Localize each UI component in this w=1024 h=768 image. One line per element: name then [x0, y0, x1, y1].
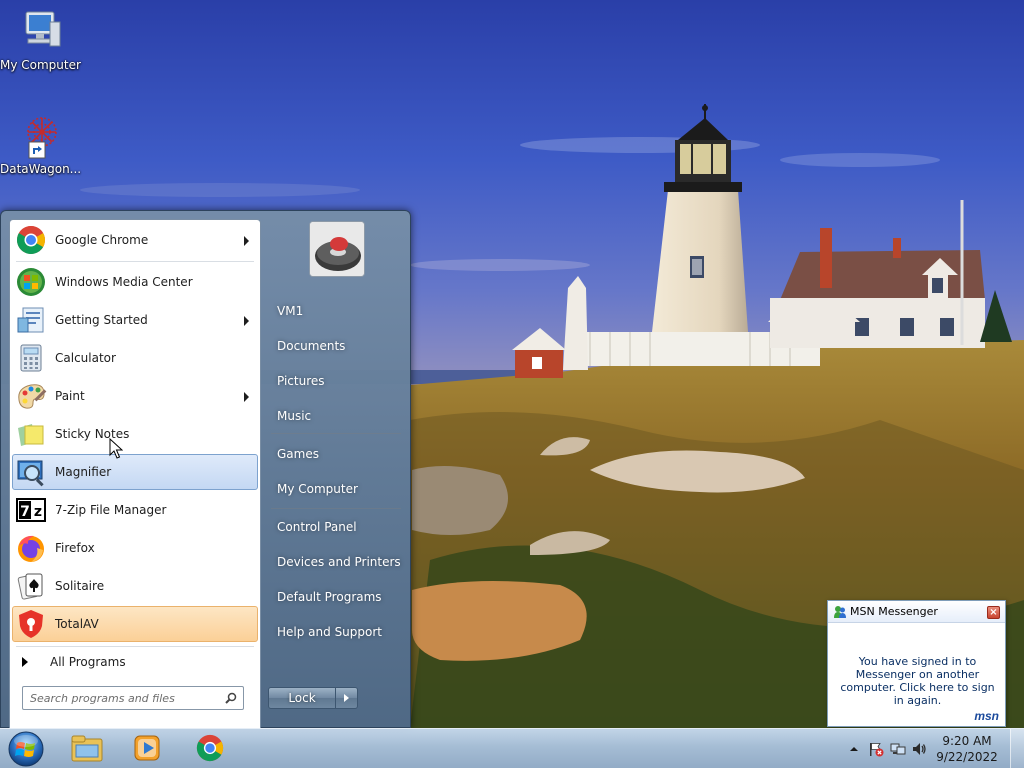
start-menu-places-pane: VM1 Documents Pictures Music Games My Co… — [263, 219, 408, 719]
chrome-icon — [195, 733, 225, 766]
close-icon[interactable]: × — [987, 606, 1000, 619]
search-programs-box[interactable] — [22, 686, 244, 710]
places-link-my-computer[interactable]: My Computer — [269, 475, 401, 503]
program-item-paint[interactable]: Paint — [12, 378, 258, 414]
program-label: Solitaire — [55, 579, 105, 593]
program-label: Magnifier — [55, 465, 112, 479]
program-item-magnifier[interactable]: Magnifier — [12, 454, 258, 490]
program-item-windows-media-center[interactable]: Windows Media Center — [12, 264, 258, 300]
pinned-separator — [16, 261, 254, 262]
show-desktop-button[interactable] — [1010, 729, 1024, 768]
expand-arrow-icon — [22, 657, 28, 667]
user-account-picture[interactable] — [309, 221, 365, 277]
program-item-7zip[interactable]: 7 z 7-Zip File Manager — [12, 492, 258, 528]
start-menu: Google Chrome Windows Media Center Getti… — [0, 210, 411, 729]
media-center-icon — [15, 266, 47, 298]
places-separator — [271, 433, 401, 434]
places-separator — [271, 508, 401, 509]
program-label: 7-Zip File Manager — [55, 503, 167, 517]
desktop-icon-label: DataWagon... — [0, 162, 82, 176]
places-link-devices-printers[interactable]: Devices and Printers — [269, 548, 401, 576]
notification-area: 9:20 AM 9/22/2022 — [834, 729, 1024, 768]
submenu-arrow-icon[interactable] — [244, 392, 249, 402]
notification-message[interactable]: You have signed in to Messenger on anoth… — [834, 655, 1001, 707]
all-programs-separator — [16, 646, 254, 647]
search-input[interactable] — [30, 691, 220, 705]
action-center-flag-icon[interactable] — [868, 741, 884, 757]
svg-text:z: z — [34, 504, 42, 520]
sticky-notes-icon — [15, 418, 47, 450]
clock-time: 9:20 AM — [942, 734, 992, 748]
places-link-control-panel[interactable]: Control Panel — [269, 513, 401, 541]
all-programs-label: All Programs — [50, 655, 126, 669]
paint-icon — [15, 380, 47, 412]
show-hidden-icons-arrow-icon[interactable] — [846, 741, 862, 757]
system-clock[interactable]: 9:20 AM 9/22/2022 — [932, 733, 1002, 765]
places-link-default-programs[interactable]: Default Programs — [269, 583, 401, 611]
program-item-firefox[interactable]: Firefox — [12, 530, 258, 566]
submenu-arrow-icon[interactable] — [244, 316, 249, 326]
notification-title: MSN Messenger — [850, 605, 938, 618]
chrome-icon — [15, 224, 47, 256]
taskbar-windows-explorer[interactable] — [60, 731, 114, 767]
places-link-pictures[interactable]: Pictures — [269, 367, 401, 395]
taskbar-google-chrome[interactable] — [183, 731, 237, 767]
desktop-icon-my-computer[interactable]: My Computer — [0, 8, 81, 72]
program-label: Firefox — [55, 541, 95, 555]
places-link-music[interactable]: Music — [269, 402, 401, 430]
taskbar: 9:20 AM 9/22/2022 — [0, 728, 1024, 768]
places-link-games[interactable]: Games — [269, 440, 401, 468]
start-menu-program-pane: Google Chrome Windows Media Center Getti… — [9, 219, 261, 729]
program-label: Windows Media Center — [55, 275, 193, 289]
firefox-icon — [15, 532, 47, 564]
all-programs-button[interactable]: All Programs — [12, 650, 258, 674]
calculator-icon — [15, 342, 47, 374]
getting-started-icon — [15, 304, 47, 336]
start-button[interactable] — [6, 730, 46, 768]
msn-buddy-icon — [833, 605, 847, 619]
notification-title-bar: MSN Messenger — [828, 601, 1005, 623]
taskbar-media-player[interactable] — [120, 731, 174, 767]
network-icon[interactable] — [890, 741, 906, 757]
program-item-sticky-notes[interactable]: Sticky Notes — [12, 416, 258, 452]
datawagon-shortcut-icon — [16, 112, 64, 160]
program-label: Google Chrome — [55, 233, 149, 247]
program-label: TotalAV — [55, 617, 99, 631]
desktop-icon-datawagon[interactable]: DataWagon... — [0, 112, 82, 176]
places-link-user-folder[interactable]: VM1 — [269, 297, 401, 325]
program-item-getting-started[interactable]: Getting Started — [12, 302, 258, 338]
msn-messenger-notification[interactable]: MSN Messenger × You have signed in to Me… — [827, 600, 1006, 727]
program-item-totalav[interactable]: TotalAV — [12, 606, 258, 642]
program-item-google-chrome[interactable]: Google Chrome — [12, 222, 258, 258]
totalav-icon — [15, 608, 47, 640]
desktop-icon-label: My Computer — [0, 58, 81, 72]
computer-icon — [16, 8, 64, 56]
search-icon[interactable] — [225, 692, 237, 704]
7zip-icon: 7 z — [15, 494, 47, 526]
program-label: Getting Started — [55, 313, 148, 327]
shutdown-options-arrow-button[interactable] — [336, 687, 358, 709]
windows-explorer-icon — [70, 733, 104, 766]
lock-button[interactable]: Lock — [268, 687, 336, 709]
program-label: Paint — [55, 389, 85, 403]
solitaire-icon — [15, 570, 47, 602]
mouse-cursor-icon — [109, 438, 123, 459]
media-player-icon — [132, 733, 162, 766]
submenu-arrow-icon[interactable] — [244, 236, 249, 246]
volume-icon[interactable] — [911, 741, 927, 757]
places-link-help-support[interactable]: Help and Support — [269, 618, 401, 646]
magnifier-icon — [15, 456, 47, 488]
program-item-solitaire[interactable]: Solitaire — [12, 568, 258, 604]
program-item-calculator[interactable]: Calculator — [12, 340, 258, 376]
places-link-documents[interactable]: Documents — [269, 332, 401, 360]
program-label: Calculator — [55, 351, 116, 365]
msn-logo: msn — [974, 709, 999, 723]
svg-text:7: 7 — [20, 504, 30, 520]
clock-date: 9/22/2022 — [936, 750, 998, 764]
